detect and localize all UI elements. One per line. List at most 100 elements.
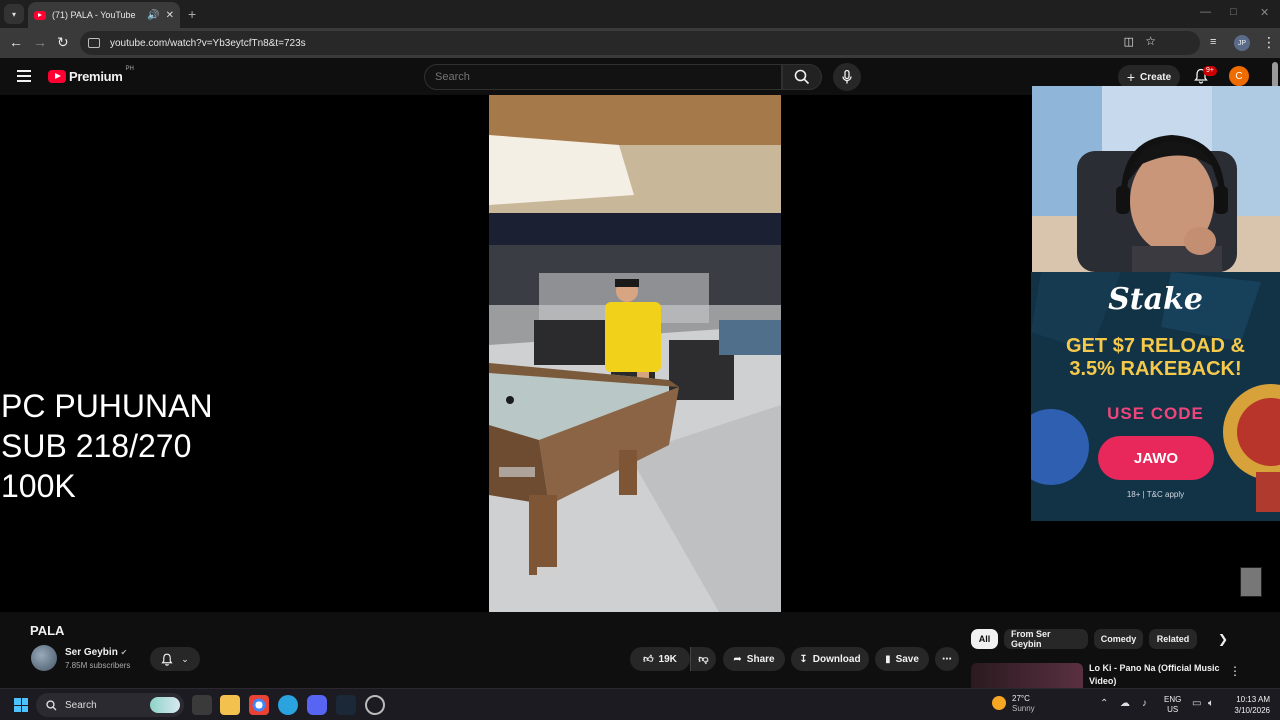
reading-list-icon[interactable]: ≡ <box>1210 36 1216 48</box>
thumbs-down-icon: 👎︎ <box>698 654 709 665</box>
ad-promo-code-button[interactable]: JAWO <box>1098 436 1214 480</box>
telegram-icon[interactable] <box>278 695 298 715</box>
windows-taskbar: Search 27°C Sunny ⌃ ☁ ♪ ENG US ▭ 🔈︎ 10:1… <box>0 688 1280 720</box>
region-code: US <box>1167 705 1179 714</box>
close-tab-icon[interactable]: ✕ <box>166 10 174 21</box>
url-text: youtube.com/watch?v=Yb3eytcfTn8&t=723s <box>110 37 306 49</box>
chevron-down-icon: ⌄ <box>181 653 189 664</box>
network-cloud-icon[interactable]: ☁ <box>1120 698 1130 709</box>
ad-headline-2: 3.5% RAKEBACK! <box>1069 358 1242 380</box>
bell-icon <box>161 653 173 666</box>
chip-related[interactable]: Related <box>1149 629 1197 649</box>
file-explorer-icon[interactable] <box>220 695 240 715</box>
download-icon: ↧ <box>799 653 808 665</box>
end-screen-channel-thumbnail[interactable] <box>1240 567 1262 597</box>
input-language[interactable]: ENG US <box>1164 695 1181 715</box>
search-icon <box>46 699 57 710</box>
share-arrow-icon: ➦ <box>733 653 742 665</box>
sun-icon <box>992 696 1006 710</box>
browser-menu-icon[interactable]: ⋮ <box>1262 34 1276 51</box>
chip-all[interactable]: All <box>971 629 998 649</box>
weather-widget[interactable]: 27°C Sunny <box>992 694 1035 714</box>
ad-use-code: USE CODE <box>1107 404 1204 423</box>
plus-icon: + <box>1126 69 1136 85</box>
stream-overlay-text: PC PUHUNAN SUB 218/270 100K <box>1 388 213 504</box>
site-info-icon[interactable] <box>88 38 100 48</box>
close-window-icon[interactable]: ✕ <box>1260 6 1269 19</box>
microphone-tray-icon[interactable]: ♪ <box>1142 698 1147 709</box>
chevron-down-icon: ▾ <box>11 9 16 19</box>
install-app-icon[interactable]: ◫ <box>1124 35 1134 48</box>
chrome-icon[interactable] <box>249 695 269 715</box>
tab-title: (71) PALA - YouTube <box>52 10 136 20</box>
search-input[interactable] <box>424 64 782 90</box>
voice-search-button[interactable] <box>833 63 861 91</box>
reload-icon[interactable]: ↻ <box>57 34 69 51</box>
chip-comedy[interactable]: Comedy <box>1094 629 1143 649</box>
sponsor-ad-banner[interactable]: Stake GET $7 RELOAD & 3.5% RAKEBACK! USE… <box>1031 272 1280 521</box>
lang-code: ENG <box>1164 695 1182 704</box>
tab-search-button[interactable]: ▾ <box>4 4 24 24</box>
subscription-notifications-button[interactable]: ⌄ <box>150 647 200 671</box>
dislike-button[interactable]: 👎︎ <box>690 647 716 671</box>
subscriber-count: 7.85M subscribers <box>65 661 131 670</box>
thumbs-up-icon: 👍︎ <box>643 654 654 665</box>
browser-tab-youtube[interactable]: (71) PALA - YouTube 🔊 ✕ <box>28 2 180 28</box>
restore-icon[interactable]: □ <box>1230 6 1237 18</box>
back-icon[interactable]: ← <box>9 34 23 50</box>
bookmark-star-icon[interactable]: ☆ <box>1145 34 1156 48</box>
video-scene-image <box>489 95 781 612</box>
video-title: PALA <box>30 623 65 638</box>
chevron-right-icon[interactable]: ❯ <box>1218 632 1228 646</box>
search-button[interactable] <box>782 64 822 90</box>
video-player[interactable]: PC PUHUNAN SUB 218/270 100K Stake GET $7… <box>0 86 1280 612</box>
chip-from-channel[interactable]: From Ser Geybin <box>1004 629 1088 649</box>
video-details: PALA Ser Geybin ✔ 7.85M subscribers ⌄ 👍︎… <box>0 612 1280 693</box>
weather-temp: 27°C <box>1012 694 1030 703</box>
more-actions-button[interactable]: ⋯ <box>935 647 959 671</box>
microphone-icon <box>842 70 852 84</box>
minimize-icon[interactable]: — <box>1200 6 1211 18</box>
weather-desc: Sunny <box>1012 704 1035 713</box>
profile-avatar[interactable]: JP <box>1234 35 1250 51</box>
channel-avatar[interactable] <box>31 645 57 671</box>
bookmark-icon: ▮ <box>885 653 891 665</box>
chevron-up-icon[interactable]: ⌃ <box>1100 698 1108 709</box>
windows-start-icon[interactable] <box>14 698 28 712</box>
monitor-icon[interactable]: ▭ <box>1192 698 1201 709</box>
volume-icon[interactable]: 🔈︎ <box>1208 698 1214 709</box>
taskbar-clock[interactable]: 10:13 AM 3/10/2026 <box>1228 694 1270 716</box>
page-scrollbar[interactable] <box>1272 62 1278 88</box>
hamburger-menu-icon[interactable] <box>17 70 31 82</box>
create-label: Create <box>1140 71 1172 83</box>
taskbar-search[interactable]: Search <box>36 693 184 717</box>
more-vertical-icon[interactable]: ⋮ <box>1229 664 1241 678</box>
channel-name[interactable]: Ser Geybin ✔ <box>65 647 127 658</box>
account-avatar[interactable]: C <box>1229 66 1249 86</box>
ad-headline-1: GET $7 RELOAD & <box>1066 335 1245 357</box>
share-button[interactable]: ➦ Share <box>723 647 785 671</box>
new-tab-button[interactable]: + <box>188 6 196 22</box>
video-frame[interactable] <box>489 95 781 612</box>
save-button[interactable]: ▮ Save <box>875 647 929 671</box>
clock-date: 3/10/2026 <box>1234 706 1270 715</box>
notification-badge: 9+ <box>1203 66 1217 76</box>
channel-name-text: Ser Geybin <box>65 647 118 658</box>
task-view-icon[interactable] <box>192 695 212 715</box>
speaker-icon[interactable]: 🔊 <box>147 10 159 21</box>
search-icon <box>794 69 810 85</box>
save-label: Save <box>895 653 919 665</box>
forward-icon[interactable]: → <box>33 34 47 50</box>
like-count: 19K <box>658 653 677 665</box>
steam-icon[interactable] <box>336 695 356 715</box>
like-button[interactable]: 👍︎ 19K <box>630 647 690 671</box>
download-button[interactable]: ↧ Download <box>791 647 869 671</box>
obs-icon[interactable] <box>365 695 385 715</box>
youtube-premium-logo[interactable]: Premium PH <box>48 66 134 84</box>
logo-wordmark: Premium <box>69 69 123 84</box>
address-bar[interactable]: youtube.com/watch?v=Yb3eytcfTn8&t=723s ◫… <box>80 31 1200 55</box>
share-label: Share <box>746 653 775 665</box>
discord-icon[interactable] <box>307 695 327 715</box>
ad-disclaimer: 18+ | T&C apply <box>1126 490 1185 499</box>
recommended-video-title[interactable]: Lo Ki - Pano Na (Official Music Video) <box>1089 662 1224 688</box>
